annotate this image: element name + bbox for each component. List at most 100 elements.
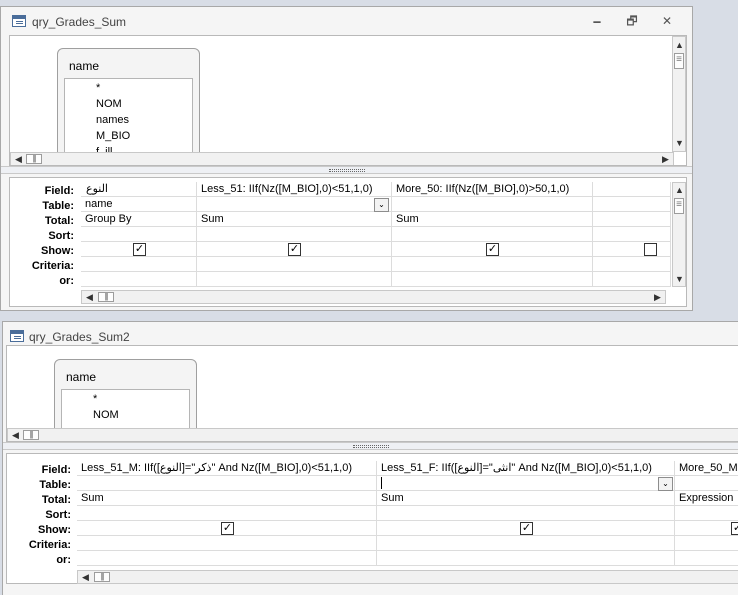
field-list-item[interactable]: * (93, 393, 97, 405)
table-name: name (69, 59, 100, 73)
sort-cell[interactable] (593, 227, 671, 242)
horizontal-scrollbar[interactable]: ◀ ▶ (81, 290, 666, 304)
restore-icon[interactable]: 🗗 (625, 14, 639, 28)
scroll-thumb[interactable] (23, 430, 39, 440)
scroll-down-icon[interactable]: ▼ (673, 137, 686, 149)
text-caret (381, 477, 382, 489)
table-cell[interactable] (675, 476, 738, 491)
sort-cell[interactable] (81, 227, 197, 242)
total-cell[interactable]: Sum (77, 491, 377, 506)
show-checkbox[interactable]: ✓ (133, 243, 146, 256)
or-cell[interactable] (593, 272, 671, 287)
row-label-criteria: Criteria: (28, 539, 71, 551)
field-list-item[interactable]: NOM (96, 98, 122, 110)
close-icon[interactable]: ✕ (660, 14, 674, 28)
scroll-right-icon[interactable]: ▶ (651, 291, 664, 303)
field-list-item[interactable]: names (96, 114, 129, 126)
field-list-item[interactable]: NOM (93, 409, 119, 421)
dropdown-icon[interactable]: ⌄ (658, 477, 673, 491)
show-checkbox[interactable]: ✓ (731, 522, 738, 535)
or-cell[interactable] (197, 272, 392, 287)
total-cell[interactable]: Group By (81, 212, 197, 227)
field-cell[interactable]: Less_51_F: IIf([النوع]="انثى" And Nz([M_… (377, 461, 675, 476)
table-cell[interactable] (392, 197, 593, 212)
total-cell[interactable]: Sum (377, 491, 675, 506)
table-box-name[interactable]: name * NOM names M_BIO f_ill... (57, 48, 200, 165)
or-cell[interactable] (77, 551, 377, 566)
table-cell[interactable] (593, 197, 671, 212)
criteria-cell[interactable] (81, 257, 197, 272)
show-checkbox[interactable]: ✓ (221, 522, 234, 535)
table-cell[interactable] (197, 197, 392, 212)
or-cell[interactable] (392, 272, 593, 287)
row-label-table: Table: (42, 200, 74, 212)
table-cell[interactable] (77, 476, 377, 491)
field-cell[interactable]: النوع (81, 182, 197, 197)
total-cell[interactable]: Expression (675, 491, 738, 506)
show-checkbox[interactable]: ✓ (520, 522, 533, 535)
scroll-up-icon[interactable]: ▲ (673, 39, 686, 51)
show-checkbox-empty[interactable] (644, 243, 657, 256)
show-checkbox[interactable]: ✓ (288, 243, 301, 256)
title-bar[interactable]: qry_Grades_Sum 🗕 🗗 ✕ (1, 7, 692, 35)
minimize-icon[interactable]: 🗕 (590, 14, 604, 28)
query-icon (12, 15, 26, 27)
table-pane: name * NOM names M_BIO f_ill... ▲ ▼ ◀ ▶ (9, 35, 687, 166)
or-cell[interactable] (675, 551, 738, 566)
or-cell[interactable] (81, 272, 197, 287)
or-cell[interactable] (377, 551, 675, 566)
row-label-sort: Sort: (48, 230, 74, 242)
field-cell[interactable]: Less_51_M: IIf([النوع]="ذكر" And Nz([M_B… (77, 461, 377, 476)
scroll-left-icon[interactable]: ◀ (12, 153, 25, 165)
dropdown-icon[interactable]: ⌄ (374, 198, 389, 212)
field-cell[interactable]: Less_51: IIf(Nz([M_BIO],0)<51,1,0) (197, 182, 392, 197)
scroll-left-icon[interactable]: ◀ (83, 291, 96, 303)
vertical-scrollbar[interactable]: ▲ ▼ (672, 182, 686, 287)
scroll-left-icon[interactable]: ◀ (9, 429, 22, 441)
sort-cell[interactable] (197, 227, 392, 242)
field-cell[interactable]: More_50: IIf(Nz([M_BIO],0)>50,1,0) (392, 182, 593, 197)
scroll-thumb[interactable] (98, 292, 114, 302)
field-cell[interactable] (593, 182, 671, 197)
field-cell[interactable]: More_50_M (675, 461, 738, 476)
scroll-up-icon[interactable]: ▲ (673, 184, 686, 196)
field-list-item[interactable]: M_BIO (96, 130, 130, 142)
table-name: name (66, 370, 97, 384)
scroll-thumb[interactable] (26, 154, 42, 164)
window-title: qry_Grades_Sum2 (29, 330, 130, 344)
table-cell[interactable]: name (81, 197, 197, 212)
horizontal-scrollbar[interactable]: ◀ ▶ (10, 152, 674, 165)
field-list-item[interactable]: * (96, 82, 100, 94)
sort-cell[interactable] (377, 506, 675, 521)
total-cell[interactable]: Sum (197, 212, 392, 227)
show-cell (675, 521, 738, 536)
horizontal-scrollbar[interactable]: ◀ (77, 570, 738, 584)
sort-cell[interactable] (392, 227, 593, 242)
table-cell[interactable] (377, 476, 675, 491)
criteria-cell[interactable] (392, 257, 593, 272)
sort-cell[interactable] (675, 506, 738, 521)
splitter-grip[interactable] (352, 445, 389, 448)
criteria-cell[interactable] (593, 257, 671, 272)
scroll-down-icon[interactable]: ▼ (673, 273, 686, 285)
scroll-thumb[interactable] (674, 53, 684, 69)
criteria-cell[interactable] (377, 536, 675, 551)
criteria-cell[interactable] (675, 536, 738, 551)
criteria-cell[interactable] (77, 536, 377, 551)
row-label-table: Table: (39, 479, 71, 491)
pane-splitter[interactable] (1, 166, 692, 174)
vertical-scrollbar[interactable]: ▲ ▼ (672, 36, 686, 152)
scroll-left-icon[interactable]: ◀ (79, 571, 92, 583)
total-cell[interactable]: Sum (392, 212, 593, 227)
scroll-thumb[interactable] (674, 198, 684, 214)
splitter-grip[interactable] (328, 169, 365, 172)
scroll-right-icon[interactable]: ▶ (659, 153, 672, 165)
horizontal-scrollbar[interactable]: ◀ (7, 428, 738, 441)
show-checkbox[interactable]: ✓ (486, 243, 499, 256)
scroll-thumb[interactable] (94, 572, 110, 582)
row-label-field: Field: (44, 185, 74, 197)
criteria-cell[interactable] (197, 257, 392, 272)
total-cell[interactable] (593, 212, 671, 227)
pane-splitter[interactable] (3, 442, 738, 450)
sort-cell[interactable] (77, 506, 377, 521)
